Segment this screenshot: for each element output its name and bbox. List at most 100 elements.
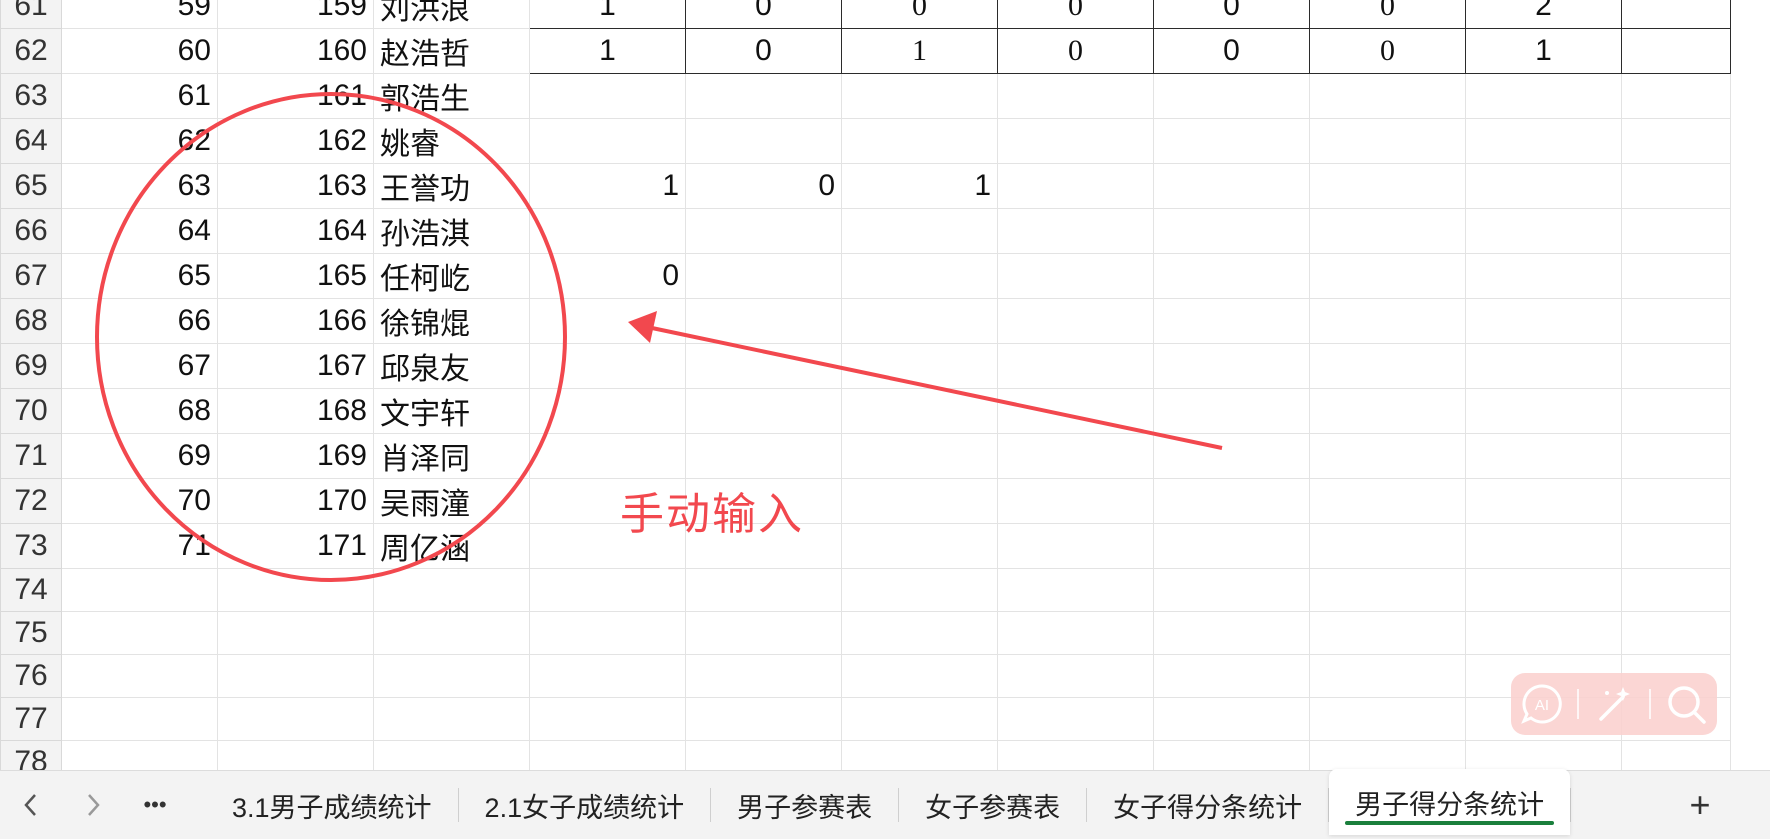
data-cell[interactable] <box>1309 118 1466 164</box>
name-cell[interactable] <box>373 740 530 770</box>
data-cell[interactable]: 63 <box>61 163 218 209</box>
data-cell[interactable]: 71 <box>61 523 218 569</box>
row-header[interactable]: 75 <box>0 611 62 655</box>
row-header[interactable]: 61 <box>0 0 62 29</box>
data-cell[interactable] <box>529 118 686 164</box>
data-cell[interactable] <box>841 478 998 524</box>
data-cell[interactable]: 0 <box>1153 28 1310 74</box>
row-header[interactable]: 74 <box>0 568 62 612</box>
data-cell[interactable] <box>1465 478 1622 524</box>
row-header[interactable]: 70 <box>0 388 62 434</box>
data-cell[interactable] <box>217 654 374 698</box>
data-cell[interactable] <box>1153 73 1310 119</box>
data-cell[interactable] <box>217 611 374 655</box>
sheet-tab[interactable]: 2.1女子成绩统计 <box>459 775 711 835</box>
data-cell[interactable] <box>685 253 842 299</box>
data-cell[interactable]: 1 <box>841 28 998 74</box>
data-cell[interactable] <box>1465 611 1622 655</box>
data-cell[interactable] <box>1465 343 1622 389</box>
data-cell[interactable] <box>685 433 842 479</box>
data-cell[interactable] <box>1309 523 1466 569</box>
data-cell[interactable]: 69 <box>61 433 218 479</box>
data-cell[interactable]: 1 <box>1465 28 1622 74</box>
name-cell[interactable]: 文宇轩 <box>373 388 530 434</box>
data-cell[interactable] <box>1621 298 1731 344</box>
data-cell[interactable] <box>1621 163 1731 209</box>
data-cell[interactable] <box>997 654 1154 698</box>
data-cell[interactable] <box>841 118 998 164</box>
data-cell[interactable] <box>997 73 1154 119</box>
row-header[interactable]: 66 <box>0 208 62 254</box>
data-cell[interactable] <box>1621 568 1731 612</box>
data-cell[interactable] <box>1465 568 1622 612</box>
name-cell[interactable]: 王誉功 <box>373 163 530 209</box>
data-cell[interactable] <box>1465 298 1622 344</box>
data-cell[interactable] <box>1153 611 1310 655</box>
data-cell[interactable] <box>685 73 842 119</box>
data-cell[interactable] <box>217 568 374 612</box>
data-cell[interactable] <box>1465 163 1622 209</box>
data-cell[interactable] <box>685 740 842 770</box>
data-cell[interactable] <box>217 697 374 741</box>
data-cell[interactable] <box>1621 433 1731 479</box>
data-cell[interactable] <box>1309 298 1466 344</box>
data-cell[interactable] <box>529 298 686 344</box>
next-sheet-button[interactable] <box>62 775 124 835</box>
data-cell[interactable]: 161 <box>217 73 374 119</box>
data-cell[interactable] <box>841 253 998 299</box>
data-cell[interactable]: 65 <box>61 253 218 299</box>
data-cell[interactable]: 0 <box>529 253 686 299</box>
name-cell[interactable]: 肖泽同 <box>373 433 530 479</box>
sheet-tab[interactable]: 男子得分条统计 <box>1329 769 1571 835</box>
data-cell[interactable] <box>529 568 686 612</box>
data-cell[interactable] <box>1153 523 1310 569</box>
data-cell[interactable] <box>1153 433 1310 479</box>
name-cell[interactable]: 郭浩生 <box>373 73 530 119</box>
data-cell[interactable] <box>1621 0 1731 29</box>
data-cell[interactable]: 59 <box>61 0 218 29</box>
sheet-tab[interactable]: 女子参赛表 <box>899 775 1086 835</box>
data-cell[interactable]: 169 <box>217 433 374 479</box>
data-cell[interactable] <box>1153 478 1310 524</box>
name-cell[interactable]: 吴雨潼 <box>373 478 530 524</box>
data-cell[interactable]: 170 <box>217 478 374 524</box>
data-cell[interactable] <box>997 433 1154 479</box>
sheet-tab[interactable]: 3.1男子成绩统计 <box>206 775 458 835</box>
data-cell[interactable] <box>1309 343 1466 389</box>
data-cell[interactable] <box>997 388 1154 434</box>
data-cell[interactable] <box>841 740 998 770</box>
data-cell[interactable]: 68 <box>61 388 218 434</box>
data-cell[interactable] <box>685 611 842 655</box>
data-cell[interactable] <box>529 343 686 389</box>
data-cell[interactable] <box>841 611 998 655</box>
data-cell[interactable] <box>1309 163 1466 209</box>
row-header[interactable]: 78 <box>0 740 62 770</box>
data-cell[interactable]: 166 <box>217 298 374 344</box>
data-cell[interactable] <box>841 388 998 434</box>
row-header[interactable]: 69 <box>0 343 62 389</box>
data-cell[interactable] <box>1465 253 1622 299</box>
data-cell[interactable] <box>841 208 998 254</box>
data-cell[interactable] <box>685 568 842 612</box>
data-cell[interactable] <box>1153 253 1310 299</box>
row-header[interactable]: 65 <box>0 163 62 209</box>
data-cell[interactable]: 1 <box>529 0 686 29</box>
data-cell[interactable] <box>1309 478 1466 524</box>
data-cell[interactable] <box>841 73 998 119</box>
row-header[interactable]: 62 <box>0 28 62 74</box>
sheet-tab[interactable]: 男子参赛表 <box>711 775 898 835</box>
name-cell[interactable] <box>373 611 530 655</box>
data-cell[interactable] <box>529 73 686 119</box>
data-cell[interactable] <box>1309 253 1466 299</box>
data-cell[interactable]: 163 <box>217 163 374 209</box>
data-cell[interactable] <box>1309 73 1466 119</box>
data-cell[interactable] <box>1621 28 1731 74</box>
data-cell[interactable] <box>1153 654 1310 698</box>
data-cell[interactable] <box>1309 388 1466 434</box>
data-cell[interactable]: 160 <box>217 28 374 74</box>
data-cell[interactable]: 0 <box>685 0 842 29</box>
data-cell[interactable]: 0 <box>1309 0 1466 29</box>
data-cell[interactable] <box>1465 73 1622 119</box>
data-cell[interactable] <box>1153 163 1310 209</box>
data-cell[interactable] <box>997 298 1154 344</box>
